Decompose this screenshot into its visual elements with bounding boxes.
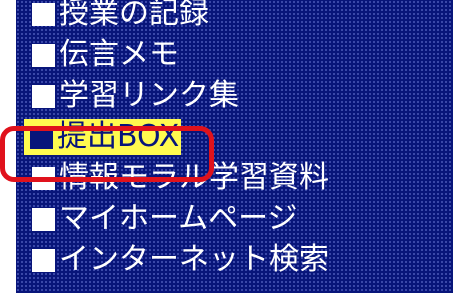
menu-item-lesson-records[interactable]: 授業の記録 [32,0,209,32]
menu-item-learning-links[interactable]: 学習リンク集 [32,78,239,114]
menu-panel: 授業の記録 伝言メモ 学習リンク集 提出BOX 情報モラル学習資料 マイホームペ… [16,0,453,293]
menu-item-label: 伝言メモ [59,37,179,72]
menu-item-info-moral-materials[interactable]: 情報モラル学習資料 [32,160,329,196]
white-square-bullet-icon [32,43,55,67]
menu-item-label: 授業の記録 [59,0,209,31]
white-square-bullet-icon [32,84,55,108]
white-square-bullet-icon [32,207,55,231]
menu-item-message-memo[interactable]: 伝言メモ [32,37,179,73]
menu-item-label: インターネット検索 [59,242,329,277]
menu-item-my-homepage[interactable]: マイホームページ [32,201,298,237]
selected-item-highlight: 提出BOX [24,119,182,155]
square-bullet-icon [30,125,53,149]
menu-item-label: 提出BOX [57,119,180,154]
white-square-bullet-icon [32,166,55,190]
menu-item-label: マイホームページ [59,201,298,236]
menu-item-internet-search[interactable]: インターネット検索 [32,242,329,278]
white-square-bullet-icon [32,248,55,272]
screenshot-stage: 授業の記録 伝言メモ 学習リンク集 提出BOX 情報モラル学習資料 マイホームペ… [0,0,453,293]
white-square-bullet-icon [32,2,55,26]
menu-item-label: 学習リンク集 [59,78,239,113]
menu-item-label: 情報モラル学習資料 [59,160,329,195]
menu-item-submission-box[interactable]: 提出BOX [24,119,182,155]
